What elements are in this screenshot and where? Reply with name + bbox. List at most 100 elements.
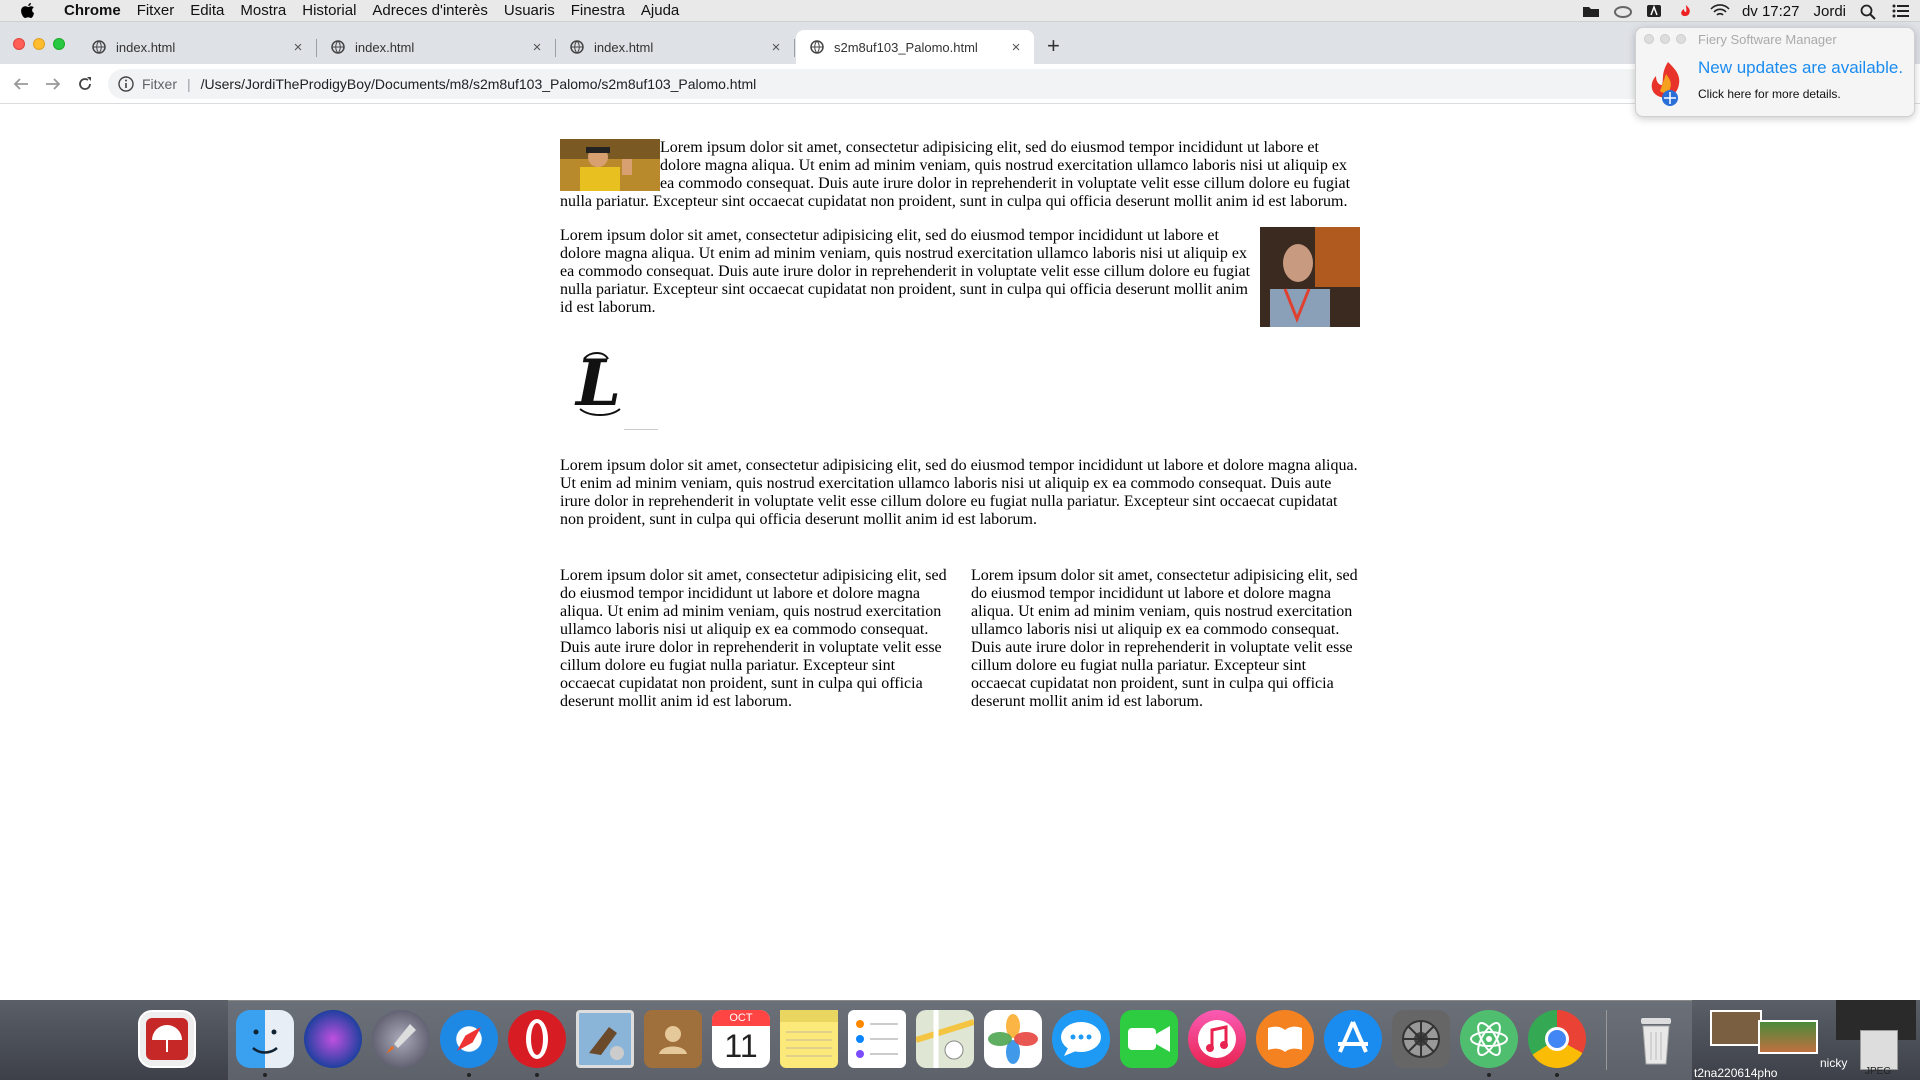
menu-historial[interactable]: Historial xyxy=(294,2,364,19)
forward-arrow-icon[interactable] xyxy=(42,73,64,95)
page-content: Lorem ipsum dolor sit amet, consectetur … xyxy=(560,139,1360,711)
clock[interactable]: dv 17:27 xyxy=(1742,3,1800,20)
trash-icon[interactable] xyxy=(1627,1010,1685,1068)
system-preferences-icon[interactable] xyxy=(1392,1010,1450,1068)
desktop-file-label: t2na220614pho xyxy=(1694,1066,1778,1080)
tab-strip: index.html × index.html × index.html × s… xyxy=(0,22,1920,64)
notification-center-icon[interactable] xyxy=(1892,4,1910,18)
toolbar: Fitxer | /Users/JordiTheProdigyBoy/Docum… xyxy=(0,64,1920,104)
running-indicator xyxy=(1487,1073,1491,1077)
contacts-icon[interactable] xyxy=(644,1010,702,1068)
menu-usuaris[interactable]: Usuaris xyxy=(496,2,563,19)
address-bar[interactable]: Fitxer | /Users/JordiTheProdigyBoy/Docum… xyxy=(108,69,1808,99)
calendar-month: OCT xyxy=(712,1010,770,1026)
app-umbrella-icon[interactable] xyxy=(138,1010,196,1068)
tab-close-icon[interactable]: × xyxy=(290,39,306,56)
notification-titlebar: Fiery Software Manager xyxy=(1636,28,1914,50)
tab-close-icon[interactable]: × xyxy=(768,39,784,56)
paragraph-3-text: Lorem ipsum dolor sit amet, consectetur … xyxy=(560,457,1358,528)
url-separator: | xyxy=(187,76,191,92)
safari-icon[interactable] xyxy=(440,1010,498,1068)
notification-dot xyxy=(1676,34,1686,44)
siri-icon[interactable] xyxy=(304,1010,362,1068)
jpeg-file-icon[interactable] xyxy=(1860,1030,1898,1070)
notification-dot xyxy=(1660,34,1670,44)
app-store-icon[interactable] xyxy=(1324,1010,1382,1068)
fiery-update-notification[interactable]: Fiery Software Manager New updates are a… xyxy=(1635,27,1915,117)
messages-icon[interactable] xyxy=(1052,1010,1110,1068)
tab-index-3[interactable]: index.html × xyxy=(556,30,795,64)
globe-icon xyxy=(810,40,824,54)
zoom-window-button[interactable] xyxy=(53,38,65,50)
paragraph-2-text: Lorem ipsum dolor sit amet, consectetur … xyxy=(560,227,1251,316)
notification-close-button[interactable] xyxy=(1644,34,1654,44)
column-right: Lorem ipsum dolor sit amet, consectetur … xyxy=(971,567,1358,710)
url-text[interactable]: /Users/JordiTheProdigyBoy/Documents/m8/s… xyxy=(201,76,757,92)
jpeg-file-label: JPEG xyxy=(1865,1066,1892,1077)
tab-close-icon[interactable]: × xyxy=(1008,39,1024,56)
calendar-icon[interactable]: OCT 11 xyxy=(712,1010,770,1068)
scheme-label: Fitxer xyxy=(142,76,177,92)
gothic-l-logo: L xyxy=(560,339,660,439)
desktop-photo-thumbnail-2[interactable] xyxy=(1758,1020,1818,1054)
desktop-photo-thumbnail[interactable] xyxy=(1710,1010,1762,1046)
menu-chrome[interactable]: Chrome xyxy=(56,2,129,19)
dock-separator xyxy=(1606,1010,1607,1070)
calendar-day: 11 xyxy=(724,1028,758,1064)
spotlight-icon[interactable] xyxy=(1860,4,1878,20)
apple-menu-icon[interactable] xyxy=(20,2,38,20)
menu-ajuda[interactable]: Ajuda xyxy=(633,2,687,19)
menu-bar: Chrome Fitxer Edita Mostra Historial Adr… xyxy=(0,0,1920,22)
ibooks-icon[interactable] xyxy=(1256,1010,1314,1068)
tab-index-1[interactable]: index.html × xyxy=(78,30,317,64)
web-page: Lorem ipsum dolor sit amet, consectetur … xyxy=(0,105,1920,1000)
man-photo-right xyxy=(1260,227,1360,327)
running-indicator xyxy=(263,1073,267,1077)
paragraph-3: Lorem ipsum dolor sit amet, consectetur … xyxy=(560,457,1360,529)
opera-icon[interactable] xyxy=(508,1010,566,1068)
photos-icon[interactable] xyxy=(984,1010,1042,1068)
menu-adreces[interactable]: Adreces d'interès xyxy=(364,2,495,19)
itunes-icon[interactable] xyxy=(1188,1010,1246,1068)
facetime-icon[interactable] xyxy=(1120,1010,1178,1068)
running-indicator xyxy=(535,1073,539,1077)
back-arrow-icon[interactable] xyxy=(10,73,32,95)
new-tab-button[interactable]: + xyxy=(1047,34,1060,58)
tab-title: s2m8uf103_Palomo.html xyxy=(834,39,978,55)
wifi-icon[interactable] xyxy=(1710,4,1730,18)
tab-title: index.html xyxy=(116,39,176,55)
info-icon[interactable] xyxy=(118,76,134,92)
atom-icon[interactable] xyxy=(1460,1010,1518,1068)
close-window-button[interactable] xyxy=(13,38,25,50)
chrome-window: index.html × index.html × index.html × s… xyxy=(0,22,1920,1000)
globe-icon xyxy=(92,40,106,54)
adobe-icon[interactable] xyxy=(1646,4,1664,18)
menu-edita[interactable]: Edita xyxy=(182,2,232,19)
menu-finestra[interactable]: Finestra xyxy=(563,2,633,19)
notes-icon[interactable] xyxy=(780,1010,838,1068)
mail-icon[interactable] xyxy=(576,1010,634,1068)
menu-fitxer[interactable]: Fitxer xyxy=(129,2,183,19)
running-indicator xyxy=(467,1073,471,1077)
creative-cloud-icon[interactable] xyxy=(1613,4,1632,18)
tab-palomo-active[interactable]: s2m8uf103_Palomo.html × xyxy=(796,30,1034,64)
fiery-icon[interactable] xyxy=(1678,4,1696,18)
desktop-file-label-2: nicky xyxy=(1820,1056,1848,1070)
running-indicator xyxy=(1555,1073,1559,1077)
folder-icon[interactable] xyxy=(1582,4,1600,18)
reminders-icon[interactable] xyxy=(848,1010,906,1068)
finder-icon[interactable] xyxy=(236,1010,294,1068)
globe-icon xyxy=(331,40,345,54)
launchpad-icon[interactable] xyxy=(372,1010,430,1068)
notification-headline[interactable]: New updates are available. xyxy=(1698,58,1903,78)
chrome-icon[interactable] xyxy=(1528,1010,1586,1068)
tab-title: index.html xyxy=(355,39,415,55)
maps-icon[interactable] xyxy=(915,1010,975,1068)
tab-close-icon[interactable]: × xyxy=(529,39,545,56)
reload-icon[interactable] xyxy=(74,73,96,95)
menu-mostra[interactable]: Mostra xyxy=(232,2,294,19)
tab-index-2[interactable]: index.html × xyxy=(317,30,556,64)
notification-detail[interactable]: Click here for more details. xyxy=(1698,87,1841,101)
user-name[interactable]: Jordi xyxy=(1813,3,1846,20)
minimize-window-button[interactable] xyxy=(33,38,45,50)
